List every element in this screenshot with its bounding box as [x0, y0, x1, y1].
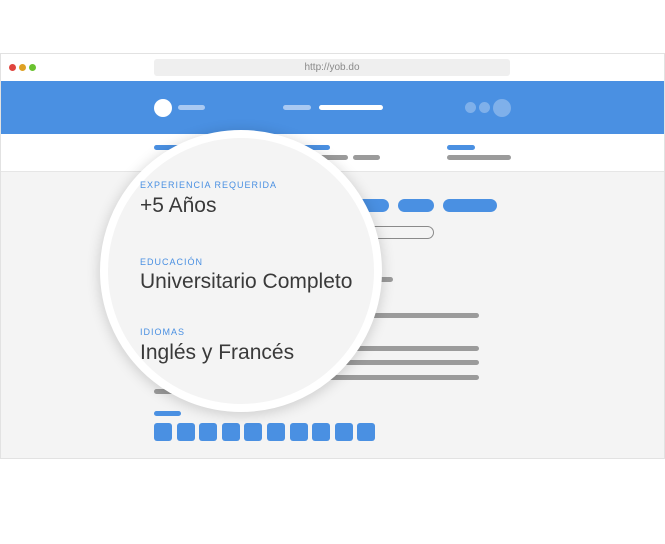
square-placeholder	[199, 423, 217, 441]
nav-placeholder[interactable]	[178, 105, 205, 110]
tag-placeholder	[398, 199, 434, 212]
avatar[interactable]	[493, 99, 511, 117]
experience-value: +5 Años	[140, 194, 217, 217]
placeholder-bar	[447, 155, 511, 160]
logo-icon[interactable]	[154, 99, 172, 117]
square-placeholder	[290, 423, 308, 441]
square-placeholder	[312, 423, 330, 441]
placeholder-bar	[353, 155, 380, 160]
languages-value: Inglés y Francés	[140, 341, 295, 364]
education-value: Universitario Completo	[140, 270, 353, 293]
languages-label: IDIOMAS	[140, 327, 186, 337]
square-placeholder	[335, 423, 353, 441]
nav-placeholder[interactable]	[319, 105, 383, 110]
square-placeholder	[267, 423, 285, 441]
nav-placeholder[interactable]	[283, 105, 311, 110]
maximize-button[interactable]	[29, 64, 36, 71]
placeholder-bar	[360, 313, 479, 318]
square-placeholder	[177, 423, 195, 441]
minimize-button[interactable]	[19, 64, 26, 71]
square-placeholder	[222, 423, 240, 441]
education-label: EDUCACIÓN	[140, 257, 204, 267]
placeholder-bar	[447, 145, 475, 150]
square-placeholder	[357, 423, 375, 441]
placeholder-bar	[340, 346, 479, 351]
address-bar[interactable]: http://yob.do	[154, 59, 510, 76]
tag-placeholder	[443, 199, 497, 212]
icon-placeholder[interactable]	[465, 102, 476, 113]
square-placeholder	[244, 423, 262, 441]
placeholder-bar	[320, 375, 479, 380]
square-placeholder	[154, 423, 172, 441]
placeholder-bar	[154, 411, 181, 416]
placeholder-bar	[340, 360, 479, 365]
close-button[interactable]	[9, 64, 16, 71]
experience-label: EXPERIENCIA REQUERIDA	[140, 180, 278, 190]
icon-placeholder[interactable]	[479, 102, 490, 113]
